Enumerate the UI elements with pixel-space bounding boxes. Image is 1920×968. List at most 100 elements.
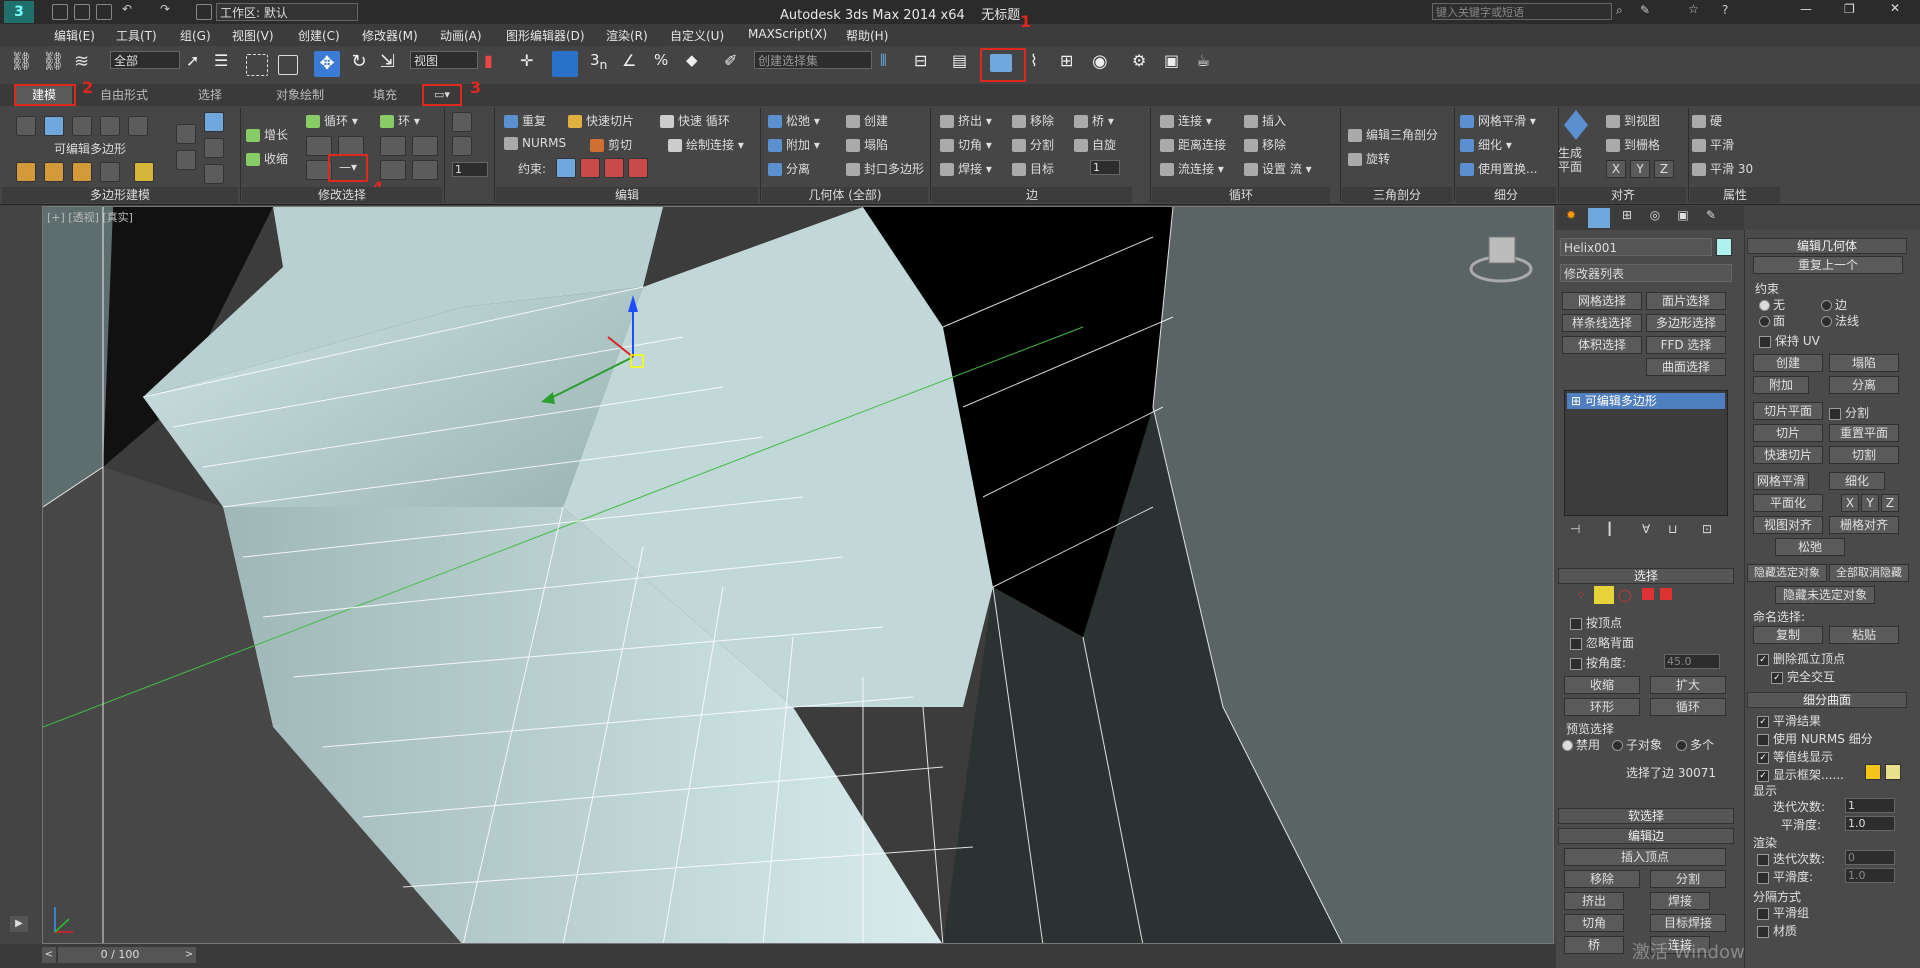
selection-filter-dropdown[interactable]: 全部 [110, 51, 180, 69]
paint-connect-button[interactable]: 绘制连接 ▾ [668, 136, 744, 153]
surface-select-button[interactable]: 曲面选择 [1646, 358, 1726, 376]
meshsmooth-button[interactable]: 网格平滑 ▾ [1460, 112, 1536, 129]
edit-geometry-header[interactable]: 编辑几何体 [1747, 238, 1907, 254]
distance-connect-button[interactable]: 距离连接 [1160, 136, 1226, 153]
group-label-polymod[interactable]: 多边形建模 [2, 187, 238, 203]
project-icon[interactable] [196, 4, 212, 20]
link-icon[interactable]: ⛓ [10, 51, 36, 77]
ring-shift-icon-b[interactable] [412, 160, 438, 180]
select-icon-b[interactable] [204, 112, 224, 132]
menu-maxscript[interactable]: MAXScript(X) [748, 27, 827, 41]
to-grid-button[interactable]: 到栅格 [1606, 136, 1660, 153]
tab-object-paint[interactable]: 对象绘制 [272, 86, 328, 104]
sep-materials-checkbox[interactable]: 材质 [1757, 922, 1797, 939]
render-teapot-icon[interactable]: ☕ [1196, 51, 1222, 77]
unhide-all-button[interactable]: 全部取消隐藏 [1829, 564, 1909, 582]
unlink-icon[interactable]: ⛓ [42, 51, 68, 77]
sep-smoothing-groups-checkbox[interactable]: 平滑组 [1757, 904, 1809, 921]
close-icon[interactable]: ✕ [1890, 1, 1900, 15]
ring-minus-icon[interactable] [412, 136, 438, 156]
planarize-x-button[interactable]: X [1841, 494, 1859, 512]
generate-plane-label[interactable]: 生成平面 [1556, 146, 1584, 174]
create-button[interactable]: 创建 [1753, 354, 1823, 372]
extra-tool-icon-b[interactable] [452, 136, 472, 156]
spinner-snap-icon[interactable]: ◆ [686, 51, 712, 77]
group-label-loops[interactable]: 循环 [1152, 187, 1330, 203]
flow-connect-button[interactable]: 流连接 ▾ [1160, 160, 1224, 177]
tab-populate[interactable]: 填充 [370, 86, 400, 104]
show-cage-checkbox[interactable]: ✓ 显示框架...... [1757, 766, 1844, 783]
select-by-name-icon[interactable]: ☰ [214, 51, 240, 77]
motion-tab-icon[interactable]: ◎ [1644, 208, 1666, 228]
configure-sets-icon[interactable]: ⊡ [1702, 522, 1712, 536]
detach-button[interactable]: 分离 [768, 160, 810, 177]
remove-edge-button[interactable]: 移除 [1564, 870, 1640, 888]
poly-select-button[interactable]: 多边形选择 [1646, 314, 1726, 332]
search-input[interactable]: 键入关键字或短语 [1432, 3, 1612, 20]
split-checkbox[interactable]: 分割 [1829, 404, 1869, 421]
menu-group[interactable]: 组(G) [180, 27, 211, 44]
extrude-edge-button[interactable]: 挤出 [1564, 892, 1624, 910]
repeat-button[interactable]: 重复 [504, 112, 546, 129]
ribbon-minimize-button[interactable]: ▭▾ [422, 84, 462, 106]
weld-button[interactable]: 焊接 ▾ [940, 160, 992, 177]
step-spinner[interactable]: 1 [452, 162, 488, 177]
render-smoothness-spinner[interactable]: 1.0 [1845, 868, 1895, 883]
group-label-geom[interactable]: 几何体 (全部) [762, 187, 928, 203]
group-label-edit[interactable]: 编辑 [496, 187, 758, 203]
create-button[interactable]: 创建 [846, 112, 888, 129]
align-icon[interactable]: ⊟ [914, 51, 940, 77]
stack-item-editable-poly[interactable]: ⊞ 可编辑多边形 [1567, 393, 1725, 409]
slice-button[interactable]: 切片 [1753, 424, 1823, 442]
menu-edit[interactable]: 编辑(E) [54, 27, 95, 44]
star-icon[interactable]: ☆ [1688, 2, 1699, 16]
select-icon-a[interactable] [176, 124, 196, 144]
reset-plane-button[interactable]: 重置平面 [1829, 424, 1899, 442]
group-label-props[interactable]: 属性 [1690, 187, 1780, 203]
cut-button[interactable]: 切割 [1829, 446, 1899, 464]
smooth30-button[interactable]: 平滑 30 [1692, 160, 1753, 177]
constraint-face-icon[interactable] [604, 158, 624, 178]
smooth-button[interactable]: 平滑 [1692, 136, 1734, 153]
tab-freeform[interactable]: 自由形式 [94, 86, 154, 104]
chamfer-edge-button[interactable]: 切角 [1564, 914, 1624, 932]
time-next-icon[interactable]: > [182, 947, 196, 963]
menu-tools[interactable]: 工具(T) [116, 27, 157, 44]
grow-button[interactable]: 扩大 [1650, 676, 1726, 694]
grid-align-button[interactable]: 栅格对齐 [1829, 516, 1899, 534]
relax-button[interactable]: 松弛 [1775, 538, 1845, 556]
group-label-modsel[interactable]: 修改选择 [242, 187, 442, 203]
undo-icon[interactable]: ↶ [122, 2, 132, 16]
polygon-mode-icon[interactable] [100, 116, 120, 136]
restore-icon[interactable]: ❐ [1844, 2, 1855, 16]
new-file-icon[interactable] [52, 4, 68, 20]
bridge-button[interactable]: 桥 ▾ [1074, 112, 1114, 129]
selection-rollout-header[interactable]: 选择 [1558, 568, 1734, 584]
remove-edge-button[interactable]: 移除 [1012, 112, 1054, 129]
chamfer-button[interactable]: 切角 ▾ [940, 136, 992, 153]
to-view-button[interactable]: 到视图 [1606, 112, 1660, 129]
search-icon[interactable]: ⌕ [1616, 3, 1623, 18]
loop-button[interactable]: 循环 [1650, 698, 1726, 716]
isoline-display-checkbox[interactable]: ✓ 等值线显示 [1757, 748, 1833, 765]
loop-minus-icon[interactable] [338, 136, 364, 156]
open-file-icon[interactable] [74, 4, 90, 20]
display-iterations-spinner[interactable]: 1 [1845, 798, 1895, 813]
relax-button[interactable]: 松弛 ▾ [768, 112, 820, 129]
material-editor-icon[interactable]: ◉ [1092, 51, 1118, 77]
ring-button[interactable]: 环 ▾ [380, 112, 420, 129]
workspace-dropdown[interactable]: 工作区: 默认 [216, 3, 358, 21]
collapse-stack-icon[interactable] [72, 162, 92, 182]
menu-create[interactable]: 创建(C) [298, 27, 340, 44]
group-label-edges[interactable]: 边 [932, 187, 1132, 203]
hide-unselected-button[interactable]: 隐藏未选定对象 [1775, 586, 1875, 604]
planarize-button[interactable]: 平面化 [1753, 494, 1823, 512]
rotate-icon[interactable]: ↻ [346, 51, 372, 77]
paste-button[interactable]: 粘贴 [1829, 626, 1899, 644]
viewport-label[interactable]: [+] [透视] [真实] [47, 209, 133, 225]
preserve-uv-checkbox[interactable]: 保持 UV [1759, 332, 1820, 349]
render-smoothness-checkbox[interactable]: 平滑度: [1757, 868, 1813, 885]
align-y-button[interactable]: Y [1630, 160, 1650, 178]
turn-button[interactable]: 旋转 [1348, 150, 1390, 167]
time-slider[interactable]: 0 / 100 [58, 947, 182, 963]
